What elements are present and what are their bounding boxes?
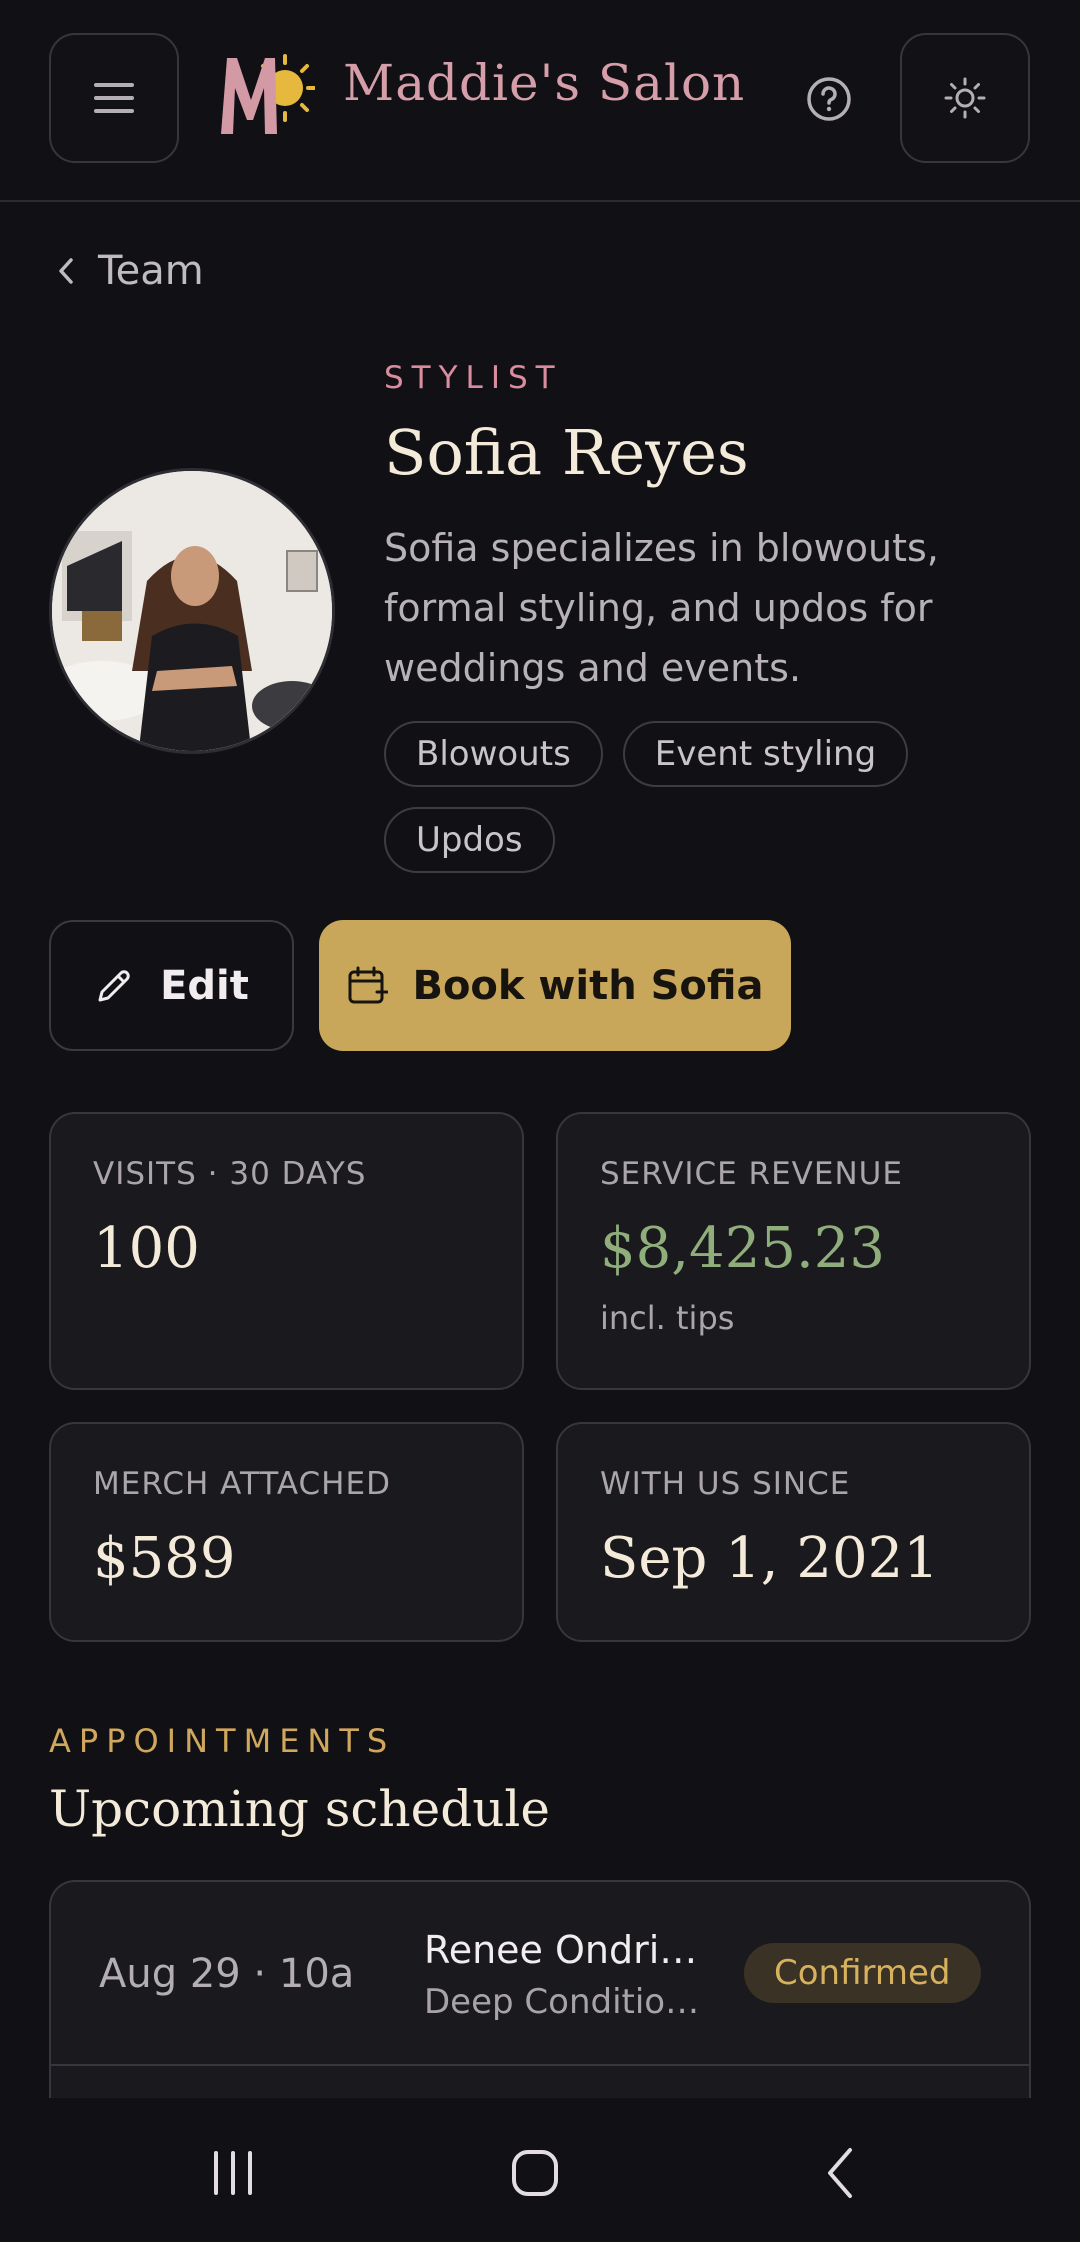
appointment-client: Renee Ondri… — [424, 1928, 698, 1972]
tag-chip: Updos — [384, 807, 555, 873]
stylist-avatar — [49, 468, 335, 754]
app-header: Maddie's Salon — [0, 0, 1080, 202]
appointment-row[interactable]: Aug 29 · 10a Renee Ondri… Deep Condition… — [51, 1882, 1029, 2066]
brand-name: Maddie's Salon — [343, 54, 746, 112]
help-button[interactable] — [800, 70, 858, 128]
since-value: Sep 1, 2021 — [600, 1526, 939, 1591]
merch-value: $589 — [93, 1526, 236, 1591]
since-label: WITH US SINCE — [600, 1466, 851, 1502]
visits-stat-card: VISITS · 30 DAYS 100 — [49, 1112, 524, 1390]
back-button[interactable] — [795, 2128, 885, 2218]
home-button[interactable] — [490, 2128, 580, 2218]
back-to-team-link[interactable]: Team — [56, 248, 204, 294]
appointment-date: Aug 29 · 10a — [99, 1951, 355, 1997]
recents-icon — [214, 2151, 252, 2195]
hamburger-menu-icon — [94, 83, 134, 113]
question-circle-icon — [807, 77, 851, 121]
merch-label: MERCH ATTACHED — [93, 1466, 391, 1502]
revenue-value: $8,425.23 — [600, 1216, 886, 1281]
recents-button[interactable] — [188, 2128, 278, 2218]
revenue-stat-card: SERVICE REVENUE $8,425.23 incl. tips — [556, 1112, 1031, 1390]
visits-value: 100 — [93, 1216, 200, 1281]
tag-chip: Blowouts — [384, 721, 603, 787]
pencil-icon — [98, 969, 130, 1001]
appointments-kicker: APPOINTMENTS — [49, 1722, 396, 1760]
calendar-plus-icon — [348, 966, 389, 1003]
sun-icon — [944, 77, 986, 119]
specialty-tags: Blowouts Event styling Updos — [384, 721, 984, 873]
theme-toggle-button[interactable] — [900, 33, 1030, 163]
revenue-note: incl. tips — [600, 1299, 735, 1337]
system-nav-bar — [0, 2098, 1080, 2242]
book-with-stylist-button[interactable]: Book with Sofia — [319, 920, 791, 1051]
status-badge: Confirmed — [744, 1943, 981, 2003]
appointments-title: Upcoming schedule — [49, 1780, 551, 1838]
stylist-bio: Sofia specializes in blowouts, formal st… — [384, 526, 939, 690]
edit-label: Edit — [160, 962, 249, 1009]
edit-button[interactable]: Edit — [49, 920, 294, 1051]
visits-label: VISITS · 30 DAYS — [93, 1156, 367, 1192]
breadcrumb-label: Team — [98, 248, 204, 294]
role-label: STYLIST — [384, 360, 563, 396]
chevron-left-icon — [59, 258, 73, 284]
salon-logo — [221, 54, 315, 134]
revenue-label: SERVICE REVENUE — [600, 1156, 903, 1192]
menu-button[interactable] — [49, 33, 179, 163]
book-label: Book with Sofia — [412, 962, 764, 1009]
appointment-service: Deep Condition… — [424, 1982, 714, 2022]
since-stat-card: WITH US SINCE Sep 1, 2021 — [556, 1422, 1031, 1642]
merch-stat-card: MERCH ATTACHED $589 — [49, 1422, 524, 1642]
tag-chip: Event styling — [622, 721, 909, 787]
appointments-list: Aug 29 · 10a Renee Ondri… Deep Condition… — [49, 1880, 1031, 2100]
home-icon — [512, 2150, 558, 2196]
back-icon — [828, 2148, 852, 2198]
stylist-name: Sofia Reyes — [384, 416, 749, 489]
